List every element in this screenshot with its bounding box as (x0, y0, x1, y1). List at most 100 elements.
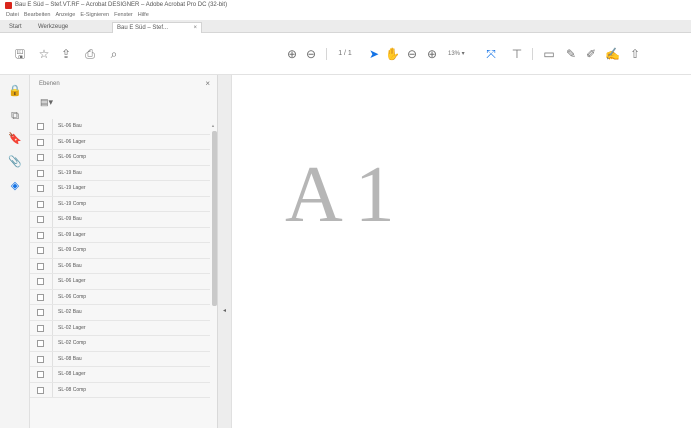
upload-icon[interactable]: ⇪ (58, 45, 74, 63)
divider (52, 289, 53, 304)
pen-icon[interactable]: ✎ (564, 45, 578, 63)
divider (52, 134, 53, 149)
zoom-out-icon[interactable]: ⊖ (405, 45, 419, 63)
layer-row[interactable]: SL-02 Bau (30, 305, 210, 321)
zoom-in-icon[interactable]: ⊕ (425, 45, 439, 63)
layer-row[interactable]: SL-06 Bau (30, 119, 210, 135)
layer-visibility-checkbox[interactable] (37, 231, 44, 239)
layer-visibility-checkbox[interactable] (37, 278, 44, 285)
menu-item-fenster[interactable]: Fenster (114, 11, 133, 20)
page-number-field[interactable]: 1 / 1 (334, 45, 356, 63)
divider (52, 196, 53, 211)
scroll-up-arrow[interactable]: ▲ (211, 123, 215, 128)
layer-visibility-checkbox[interactable] (37, 309, 44, 316)
layer-label: SL-08 Comp (58, 386, 87, 393)
menu-item-anzeige[interactable]: Anzeige (55, 11, 75, 20)
layer-row[interactable]: SL-02 Lager (30, 320, 210, 336)
layer-visibility-checkbox[interactable] (37, 138, 44, 146)
menu-item-datei[interactable]: Datei (6, 11, 19, 20)
bookmark-star-icon[interactable]: ☆ (36, 45, 52, 63)
hand-tool-icon[interactable]: ✋ (385, 45, 400, 63)
layer-row[interactable]: SL-19 Comp (30, 196, 210, 212)
tab-document[interactable]: Bau E Süd – Stef... × (112, 22, 202, 33)
window-title: Bau E Süd – Stef.VT.RF – Acrobat DESIGNE… (15, 2, 228, 8)
layer-label: SL-09 Lager (58, 231, 86, 238)
search-icon[interactable]: ⌕ (106, 45, 122, 63)
comment-icon[interactable]: ▭ (542, 45, 556, 63)
divider (52, 367, 53, 382)
layer-row[interactable]: SL-02 Comp (30, 336, 210, 352)
menu-item-bearbeiten[interactable]: Bearbeiten (24, 11, 51, 20)
scroll-mode-icon[interactable]: ⊤ (510, 45, 524, 63)
layer-visibility-checkbox[interactable] (37, 262, 44, 270)
layer-row[interactable]: SL-08 Bau (30, 351, 210, 367)
layer-visibility-checkbox[interactable] (37, 247, 44, 254)
layer-row[interactable]: SL-08 Comp (30, 382, 210, 398)
document-viewer[interactable] (232, 75, 691, 428)
layer-visibility-checkbox[interactable] (37, 324, 44, 332)
layer-visibility-checkbox[interactable] (37, 200, 44, 208)
select-arrow-icon[interactable]: ➤ (368, 45, 380, 63)
tab-bar: Start Werkzeuge Bau E Süd – Stef... × (0, 20, 691, 33)
attachment-icon[interactable]: 📎 (7, 154, 23, 170)
menu-bar: Datei Bearbeiten Anzeige E-Signieren Fen… (0, 11, 691, 20)
share-icon[interactable]: ⇧ (628, 45, 642, 63)
layer-visibility-checkbox[interactable] (37, 216, 44, 223)
layer-visibility-checkbox[interactable] (37, 355, 44, 363)
divider (52, 227, 53, 242)
layer-label: SL-06 Bau (58, 123, 82, 129)
divider (52, 305, 53, 320)
print-icon[interactable]: ⎙ (82, 45, 98, 63)
sign-icon[interactable]: ✍ (605, 45, 620, 63)
layer-visibility-checkbox[interactable] (37, 154, 44, 161)
close-panel-icon[interactable]: × (205, 75, 210, 93)
layer-visibility-checkbox[interactable] (37, 340, 44, 347)
layer-options-icon[interactable]: ▤▾ (40, 95, 53, 109)
layer-row[interactable]: SL-19 Lager (30, 181, 210, 197)
layer-visibility-checkbox[interactable] (37, 293, 44, 301)
divider (52, 258, 53, 273)
divider (52, 119, 53, 134)
layer-label: SL-19 Bau (58, 169, 82, 176)
collapse-panel-arrow[interactable]: ◂ (223, 307, 226, 314)
layer-visibility-checkbox[interactable] (37, 371, 44, 378)
layer-visibility-checkbox[interactable] (37, 185, 44, 192)
highlight-icon[interactable]: ✐ (584, 45, 598, 63)
layer-row[interactable]: SL-09 Lager (30, 227, 210, 243)
tab-document-label: Bau E Süd – Stef... (117, 25, 169, 31)
layer-visibility-checkbox[interactable] (37, 386, 44, 394)
layer-label: SL-08 Lager (58, 371, 86, 377)
layer-list-scrollbar[interactable] (212, 131, 217, 306)
tab-tools[interactable]: Werkzeuge (34, 22, 72, 33)
page-down-icon[interactable]: ⊖ (304, 45, 318, 63)
layer-row[interactable]: SL-06 Comp (30, 289, 210, 305)
page-up-icon[interactable]: ⊕ (285, 45, 299, 63)
layer-visibility-checkbox[interactable] (37, 169, 44, 177)
divider (52, 243, 53, 258)
pages-icon[interactable]: ⧉ (7, 108, 23, 124)
bookmark-icon[interactable]: 🔖 (7, 131, 23, 147)
layer-row[interactable]: SL-09 Bau (30, 212, 210, 228)
layer-row[interactable]: SL-19 Bau (30, 165, 210, 181)
layers-icon[interactable]: ◈ (7, 178, 23, 194)
save-icon[interactable]: 🖫 (12, 45, 28, 63)
layer-row[interactable]: SL-06 Lager (30, 274, 210, 290)
tab-home[interactable]: Start (5, 22, 26, 33)
toolbar: 🖫 ☆ ⇪ ⎙ ⌕ ⊕ ⊖ 1 / 1 ➤ ✋ ⊖ ⊕ 13% ▾ ⤧ ⊤ ▭ … (0, 33, 691, 75)
title-bar: Bau E Süd – Stef.VT.RF – Acrobat DESIGNE… (0, 0, 691, 11)
menu-item-e-signieren[interactable]: E-Signieren (80, 11, 109, 20)
zoom-level[interactable]: 13% ▾ (448, 45, 474, 63)
menu-item-hilfe[interactable]: Hilfe (138, 11, 149, 20)
divider (52, 336, 53, 351)
layer-row[interactable]: SL-09 Comp (30, 243, 210, 259)
layer-row[interactable]: SL-06 Comp (30, 150, 210, 166)
layer-row[interactable]: SL-06 Bau (30, 258, 210, 274)
fit-page-icon[interactable]: ⤧ (482, 45, 500, 63)
toolbar-separator (532, 48, 533, 60)
layer-label: SL-19 Comp (58, 200, 87, 207)
layer-row[interactable]: SL-06 Lager (30, 134, 210, 150)
panel-splitter[interactable]: ◂ (218, 75, 232, 428)
layer-row[interactable]: SL-08 Lager (30, 367, 210, 383)
lock-icon[interactable]: 🔒 (7, 83, 23, 99)
layer-visibility-checkbox[interactable] (37, 123, 44, 130)
